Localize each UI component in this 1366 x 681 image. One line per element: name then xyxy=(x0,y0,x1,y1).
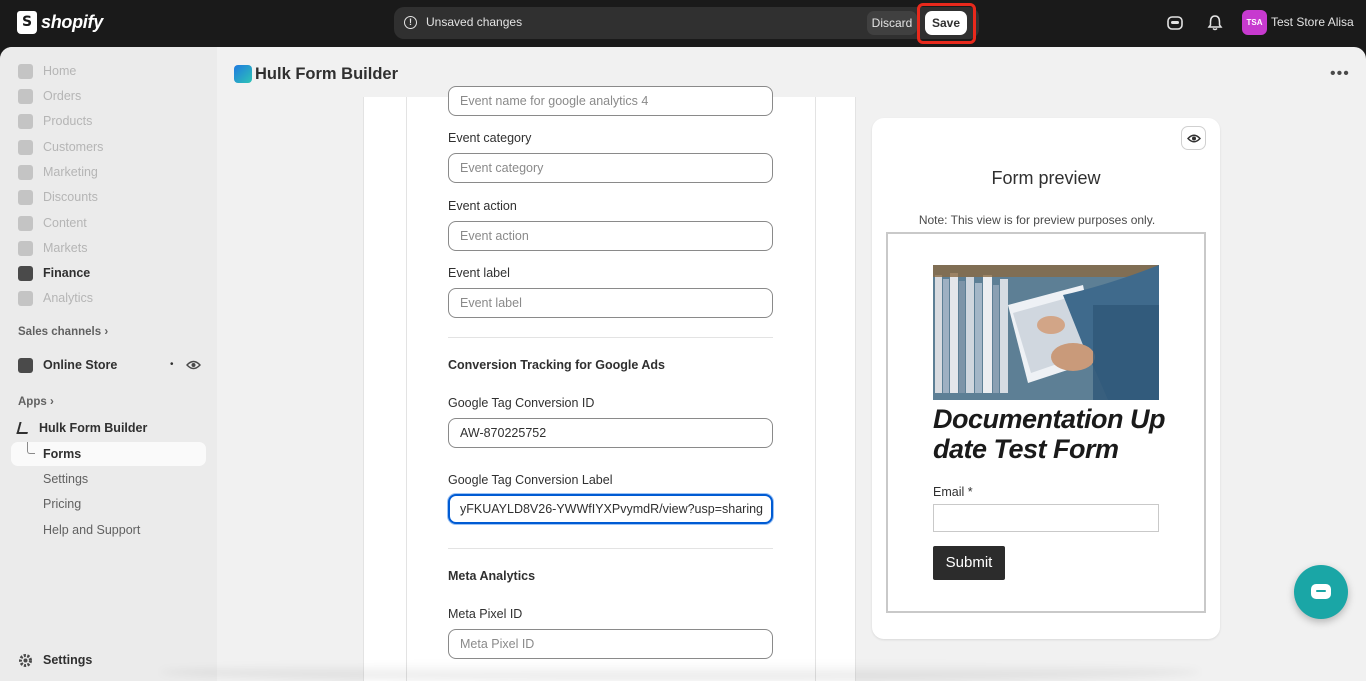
event-category-input[interactable]: Event category xyxy=(448,153,773,183)
email-field[interactable] xyxy=(933,504,1159,532)
sidebar-item-products[interactable]: Products xyxy=(18,110,92,132)
shopify-logo[interactable]: shopify xyxy=(17,11,103,34)
content-icon xyxy=(18,215,33,231)
form-banner-image xyxy=(933,265,1159,400)
submit-button[interactable]: Submit xyxy=(933,546,1005,580)
shopify-bag-icon xyxy=(17,11,37,34)
gear-icon xyxy=(19,653,32,667)
sidebar-item-settings[interactable]: Settings xyxy=(18,649,92,671)
tracking-settings-card: Event name for google analytics 4 Event … xyxy=(406,86,816,681)
store-name[interactable]: Test Store Alisa xyxy=(1271,15,1354,29)
sidebar-subitem-pricing[interactable]: Pricing xyxy=(43,497,81,511)
page-title: Hulk Form Builder xyxy=(255,65,399,83)
form-settings-panel: Event name for google analytics 4 Event … xyxy=(363,86,856,681)
preview-note: Note: This view is for preview purposes … xyxy=(918,213,1156,227)
email-label: Email * xyxy=(933,485,973,499)
event-category-label: Event category xyxy=(448,131,532,145)
event-action-label: Event action xyxy=(448,199,517,213)
sidebar-item-online-store[interactable]: Online Store xyxy=(18,354,203,376)
meta-analytics-heading: Meta Analytics xyxy=(448,569,536,583)
form-preview-card: Form preview Note: This view is for prev… xyxy=(872,118,1220,639)
dot-indicator: • xyxy=(170,359,174,370)
sidebar-item-hulk-form-builder[interactable]: Hulk Form Builder xyxy=(16,417,147,439)
chat-button[interactable] xyxy=(1294,565,1348,619)
sidebar-item-orders[interactable]: Orders xyxy=(18,85,81,107)
tree-connector xyxy=(27,442,35,454)
preview-frame: Documentation Up date Test Form Email * … xyxy=(886,232,1206,613)
ga4-event-name-input[interactable]: Event name for google analytics 4 xyxy=(448,86,773,116)
sidebar-subitem-help[interactable]: Help and Support xyxy=(43,523,140,537)
orders-icon xyxy=(18,88,33,104)
google-ads-heading: Conversion Tracking for Google Ads xyxy=(448,358,665,372)
sales-channels-label[interactable]: Sales channels › xyxy=(18,326,108,338)
sidebar-item-discounts[interactable]: Discounts xyxy=(18,186,98,208)
hulk-logo-icon xyxy=(234,65,252,83)
eye-icon[interactable] xyxy=(186,359,201,371)
bottom-shadow xyxy=(160,663,1200,681)
chevron-right-icon: › xyxy=(104,326,109,338)
avatar[interactable]: TSA xyxy=(1242,10,1267,35)
discard-button[interactable]: Discard xyxy=(867,11,917,35)
top-bar: shopify ! Unsaved changes Discard Save T… xyxy=(0,0,1366,47)
marketing-icon xyxy=(18,164,33,180)
home-icon xyxy=(18,63,33,79)
conversion-label-label: Google Tag Conversion Label xyxy=(448,473,613,487)
globe-icon xyxy=(18,240,33,256)
sidebar-item-finance[interactable]: Finance xyxy=(18,262,90,284)
sidekick-icon[interactable] xyxy=(1166,14,1184,32)
chevron-right-icon: › xyxy=(49,396,54,408)
sidebar-item-customers[interactable]: Customers xyxy=(18,136,103,158)
preview-toggle-button[interactable] xyxy=(1181,126,1206,150)
sidebar-item-analytics[interactable]: Analytics xyxy=(18,287,93,309)
event-action-input[interactable]: Event action xyxy=(448,221,773,251)
tag-icon xyxy=(18,113,33,129)
brand-name: shopify xyxy=(41,12,103,32)
info-icon: ! xyxy=(404,16,417,29)
bank-icon xyxy=(18,265,33,281)
sidebar-item-content[interactable]: Content xyxy=(18,212,87,234)
sidebar-item-markets[interactable]: Markets xyxy=(18,237,87,259)
save-highlight-annotation xyxy=(917,3,976,44)
unsaved-changes-bar: ! Unsaved changes Discard Save xyxy=(394,7,979,39)
bell-icon[interactable] xyxy=(1206,14,1224,32)
chart-icon xyxy=(18,290,33,306)
sidebar: Home Orders Products Customers Marketing… xyxy=(0,47,217,681)
conversion-id-label: Google Tag Conversion ID xyxy=(448,396,595,410)
store-icon xyxy=(18,357,33,373)
event-label-label: Event label xyxy=(448,266,510,280)
form-title: Documentation Up date Test Form xyxy=(933,404,1166,464)
hulk-app-icon xyxy=(16,422,31,434)
event-label-input[interactable]: Event label xyxy=(448,288,773,318)
apps-label[interactable]: Apps › xyxy=(18,396,54,408)
divider xyxy=(448,548,773,549)
conversion-label-input[interactable]: yFKUAYLD8V26-YWWfIYXPvymdR/view?usp=shar… xyxy=(448,494,773,524)
sidebar-subitem-settings[interactable]: Settings xyxy=(43,472,88,486)
sub-item-active-bg xyxy=(11,442,206,466)
chat-icon xyxy=(1311,584,1331,599)
more-actions-icon[interactable]: ••• xyxy=(1330,65,1350,83)
meta-pixel-label: Meta Pixel ID xyxy=(448,607,523,621)
admin-frame: Home Orders Products Customers Marketing… xyxy=(0,47,1366,681)
conversion-id-input[interactable]: AW-870225752 xyxy=(448,418,773,448)
sidebar-item-home[interactable]: Home xyxy=(18,60,76,82)
preview-title: Form preview xyxy=(991,168,1101,188)
eye-icon xyxy=(1187,134,1201,143)
sidebar-subitem-forms[interactable]: Forms xyxy=(43,447,81,461)
sidebar-item-marketing[interactable]: Marketing xyxy=(18,161,98,183)
unsaved-message: Unsaved changes xyxy=(426,15,523,29)
divider xyxy=(448,337,773,338)
person-icon xyxy=(18,139,33,155)
discount-icon xyxy=(18,189,33,205)
meta-pixel-input[interactable]: Meta Pixel ID xyxy=(448,629,773,659)
